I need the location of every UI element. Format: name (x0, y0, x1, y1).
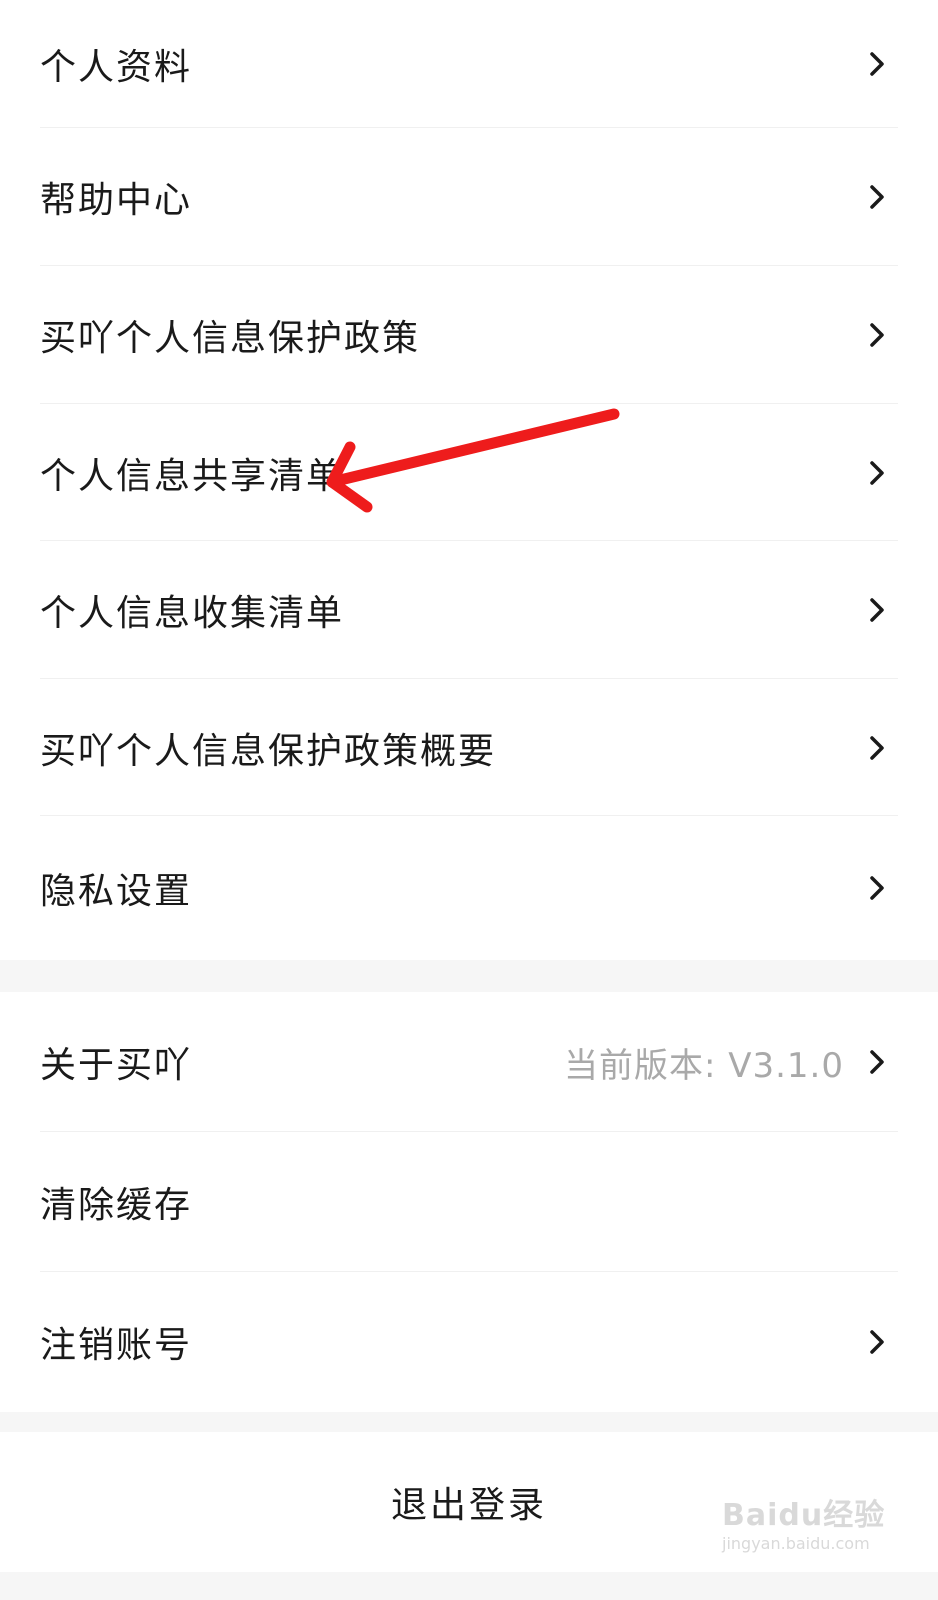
chevron-right-icon (866, 322, 888, 348)
menu-item-label: 个人资料 (40, 47, 193, 88)
menu-item-label: 隐私设置 (40, 871, 193, 912)
menu-item-about[interactable]: 关于买吖 当前版本: V3.1.0 (0, 992, 938, 1132)
chevron-right-icon (866, 184, 888, 210)
menu-item-label: 注销账号 (40, 1325, 193, 1366)
menu-item-label: 帮助中心 (40, 180, 193, 221)
chevron-right-icon (866, 735, 888, 761)
chevron-right-icon (866, 51, 888, 77)
menu-item-label: 关于买吖 (40, 1045, 193, 1086)
settings-section-privacy: 个人资料 帮助中心 买吖个人信息保护政策 个人信息共享清单 个人信息收集清单 买… (0, 0, 938, 960)
menu-item-privacy-policy-summary[interactable]: 买吖个人信息保护政策概要 (0, 679, 938, 816)
settings-section-app: 关于买吖 当前版本: V3.1.0 清除缓存 注销账号 (0, 992, 938, 1412)
version-text: 当前版本: V3.1.0 (563, 1045, 844, 1086)
menu-item-label: 个人信息共享清单 (40, 455, 345, 497)
chevron-right-icon (866, 1329, 888, 1355)
menu-item-privacy-settings[interactable]: 隐私设置 (0, 816, 938, 960)
menu-item-privacy-policy[interactable]: 买吖个人信息保护政策 (0, 266, 938, 404)
menu-item-info-collection-list[interactable]: 个人信息收集清单 (0, 541, 938, 679)
chevron-right-icon (866, 597, 888, 623)
menu-item-label: 买吖个人信息保护政策概要 (40, 730, 497, 772)
menu-item-personal-profile[interactable]: 个人资料 (0, 0, 938, 128)
menu-item-help-center[interactable]: 帮助中心 (0, 128, 938, 266)
menu-item-label: 个人信息收集清单 (40, 593, 345, 634)
logout-label: 退出登录 (390, 1485, 547, 1526)
menu-item-clear-cache[interactable]: 清除缓存 (0, 1132, 938, 1272)
chevron-right-icon (866, 875, 888, 901)
chevron-right-icon (866, 460, 888, 486)
menu-item-label: 清除缓存 (40, 1185, 193, 1226)
settings-page: 个人资料 帮助中心 买吖个人信息保护政策 个人信息共享清单 个人信息收集清单 买… (0, 0, 938, 1600)
menu-item-info-sharing-list[interactable]: 个人信息共享清单 (0, 404, 938, 541)
menu-item-label: 买吖个人信息保护政策 (40, 318, 421, 359)
logout-button[interactable]: 退出登录 (0, 1432, 938, 1572)
chevron-right-icon (866, 1049, 888, 1075)
menu-item-delete-account[interactable]: 注销账号 (0, 1272, 938, 1412)
